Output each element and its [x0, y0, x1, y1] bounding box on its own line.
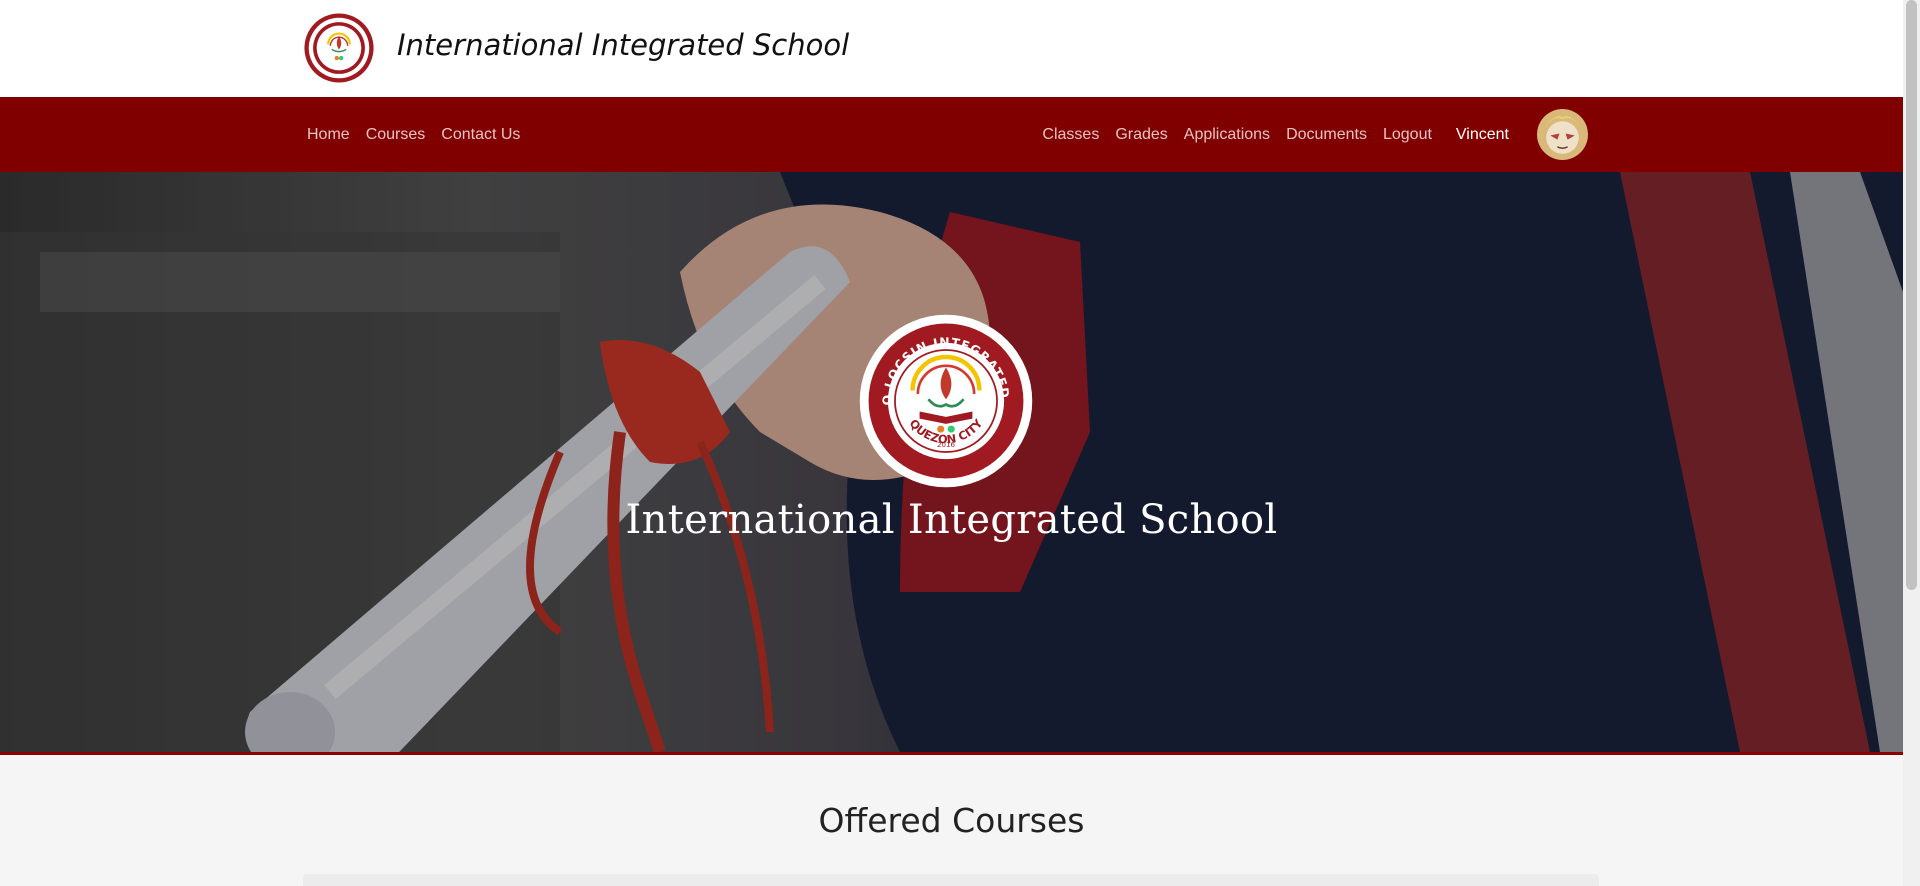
nav-courses-link[interactable]: Courses: [366, 126, 426, 144]
user-avatar-icon[interactable]: [1537, 109, 1588, 160]
user-name[interactable]: Vincent: [1456, 126, 1509, 144]
scrollbar-thumb[interactable]: [1906, 0, 1917, 590]
hero-title: International Integrated School: [625, 497, 1278, 543]
main-navbar: Home Courses Contact Us Classes Grades A…: [0, 97, 1903, 172]
brand-bar: International Integrated School: [0, 0, 1903, 97]
nav-classes-link[interactable]: Classes: [1042, 126, 1099, 144]
hero-divider: [0, 752, 1903, 755]
seal-year: 2016: [937, 440, 955, 449]
page-scrollbar[interactable]: [1903, 0, 1920, 886]
nav-left-group: Home Courses Contact Us: [307, 97, 520, 172]
school-seal-icon[interactable]: [303, 12, 375, 84]
nav-home-link[interactable]: Home: [307, 126, 350, 144]
nav-contact-link[interactable]: Contact Us: [441, 126, 520, 144]
nav-documents-link[interactable]: Documents: [1286, 126, 1367, 144]
offered-courses-heading: Offered Courses: [818, 801, 1085, 840]
nav-logout-link[interactable]: Logout: [1383, 126, 1432, 144]
brand-title[interactable]: International Integrated School: [397, 28, 849, 62]
nav-grades-link[interactable]: Grades: [1115, 126, 1167, 144]
nav-applications-link[interactable]: Applications: [1184, 126, 1270, 144]
page: International Integrated School Home Cou…: [0, 0, 1903, 886]
nav-right-group: Classes Grades Applications Documents Lo…: [1042, 97, 1588, 172]
course-card-container: [303, 874, 1599, 886]
school-seal-large-icon: LEANDRO LOCSIN INTEGRATED SCHOOL QUEZON …: [858, 313, 1033, 488]
